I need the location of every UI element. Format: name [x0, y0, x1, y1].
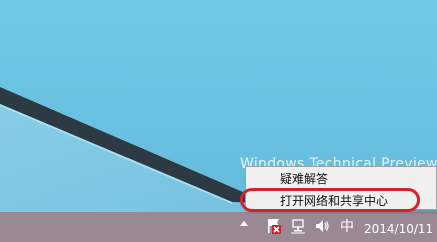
- action-center-flag-icon[interactable]: [266, 217, 282, 235]
- taskbar: 中 2014/10/11: [0, 212, 437, 242]
- network-icon[interactable]: [290, 217, 306, 235]
- date-display[interactable]: 2014/10/11: [364, 222, 433, 236]
- menu-item-troubleshoot[interactable]: 疑难解答: [246, 169, 436, 189]
- volume-icon[interactable]: [314, 217, 330, 235]
- highlight-annotation: [240, 188, 420, 212]
- show-hidden-icons-icon[interactable]: [240, 221, 248, 226]
- ime-indicator[interactable]: 中: [340, 216, 354, 236]
